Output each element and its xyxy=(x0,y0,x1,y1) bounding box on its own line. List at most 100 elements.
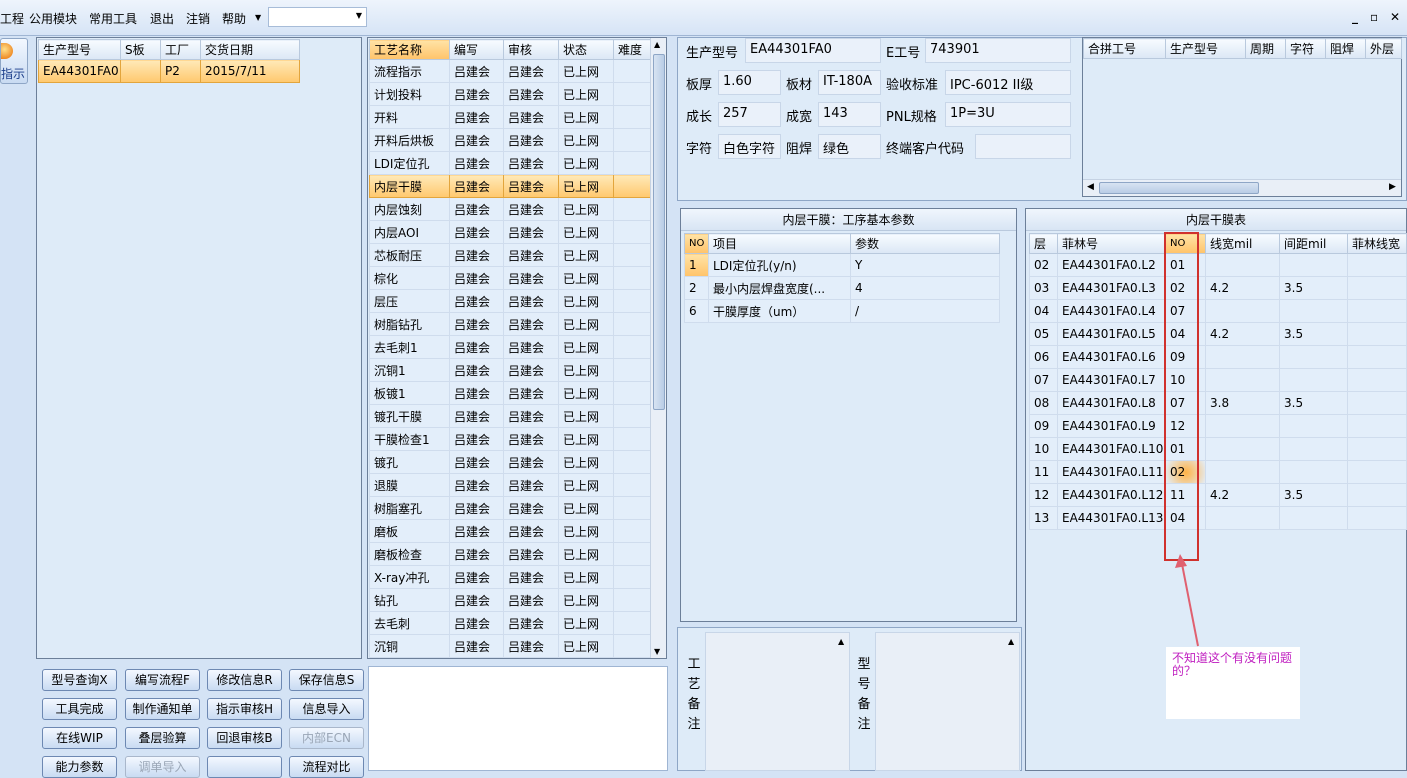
film-row[interactable]: 08 EA44301FA0.L8 07 3.8 3.5 xyxy=(1029,391,1407,415)
film-row[interactable]: 03 EA44301FA0.L3 02 4.2 3.5 xyxy=(1029,276,1407,300)
scroll-left-icon[interactable]: ◀ xyxy=(1087,182,1094,192)
process-row[interactable]: 退膜 吕建会 吕建会 已上网 xyxy=(369,473,651,497)
menu-logout[interactable]: 注销 xyxy=(186,10,210,27)
process-row[interactable]: 层压 吕建会 吕建会 已上网 xyxy=(369,289,651,313)
order-header-factory[interactable]: 工厂 xyxy=(160,39,201,60)
merge-header[interactable]: 字符 xyxy=(1285,38,1326,59)
action-button[interactable] xyxy=(207,756,282,778)
customer-code-field[interactable] xyxy=(975,134,1071,159)
action-button[interactable]: 修改信息R xyxy=(207,669,282,691)
scroll-up-icon[interactable]: ▲ xyxy=(1008,637,1014,646)
menu-common-module[interactable]: 公用模块 xyxy=(29,10,77,27)
param-row[interactable]: 1 LDI定位孔(y/n) Y xyxy=(684,253,1000,277)
scroll-up-icon[interactable]: ▲ xyxy=(838,637,844,646)
menu-help[interactable]: 帮助 xyxy=(222,10,246,27)
action-button[interactable]: 编写流程F xyxy=(125,669,200,691)
menu-project[interactable]: 工程 xyxy=(0,10,24,27)
order-header-date[interactable]: 交货日期 xyxy=(200,39,300,60)
param-row[interactable]: 2 最小内层焊盘宽度(... 4 xyxy=(684,276,1000,300)
model-field[interactable]: EA44301FA0 xyxy=(745,38,881,63)
pnl-field[interactable]: 1P=3U xyxy=(945,102,1071,127)
film-header-line-width[interactable]: 线宽mil xyxy=(1205,233,1280,254)
process-row[interactable]: 镀孔 吕建会 吕建会 已上网 xyxy=(369,450,651,474)
action-button[interactable]: 在线WIP xyxy=(42,727,117,749)
film-header-layer[interactable]: 层 xyxy=(1029,233,1058,254)
scroll-down-icon[interactable]: ▼ xyxy=(654,647,660,656)
process-row[interactable]: 内层蚀刻 吕建会 吕建会 已上网 xyxy=(369,197,651,221)
process-row[interactable]: 镀孔干膜 吕建会 吕建会 已上网 xyxy=(369,404,651,428)
order-row[interactable]: EA44301FA0 P2 2015/7/11 xyxy=(38,59,300,83)
process-row[interactable]: 去毛刺1 吕建会 吕建会 已上网 xyxy=(369,335,651,359)
order-header-s[interactable]: S板 xyxy=(120,39,161,60)
process-row[interactable]: 沉铜 吕建会 吕建会 已上网 xyxy=(369,634,651,658)
film-header-film-width[interactable]: 菲林线宽 xyxy=(1347,233,1407,254)
scroll-thumb[interactable] xyxy=(653,54,665,410)
order-header-model[interactable]: 生产型号 xyxy=(38,39,121,60)
param-header-item[interactable]: 项目 xyxy=(708,233,851,254)
action-button[interactable]: 叠层验算 xyxy=(125,727,200,749)
process-row[interactable]: 流程指示 吕建会 吕建会 已上网 xyxy=(369,59,651,83)
action-button[interactable]: 保存信息S xyxy=(289,669,364,691)
process-row[interactable]: 树脂塞孔 吕建会 吕建会 已上网 xyxy=(369,496,651,520)
thickness-field[interactable]: 1.60 xyxy=(718,70,781,95)
merge-hscrollbar[interactable]: ◀ ▶ xyxy=(1083,179,1401,196)
process-row[interactable]: 去毛刺 吕建会 吕建会 已上网 xyxy=(369,611,651,635)
process-row[interactable]: 内层AOI 吕建会 吕建会 已上网 xyxy=(369,220,651,244)
process-header-status[interactable]: 状态 xyxy=(558,39,614,60)
menu-tools[interactable]: 常用工具 xyxy=(89,10,137,27)
process-row[interactable]: 内层干膜 吕建会 吕建会 已上网 xyxy=(369,174,651,198)
film-row[interactable]: 10 EA44301FA0.L10 01 xyxy=(1029,437,1407,461)
action-button[interactable]: 内部ECN xyxy=(289,727,364,749)
character-field[interactable]: 白色字符 xyxy=(718,134,781,159)
action-button[interactable]: 指示审核H xyxy=(207,698,282,720)
film-header-spacing[interactable]: 间距mil xyxy=(1279,233,1348,254)
menu-combo[interactable]: ▼ xyxy=(268,7,367,27)
process-row[interactable]: 磨板 吕建会 吕建会 已上网 xyxy=(369,519,651,543)
film-row[interactable]: 06 EA44301FA0.L6 09 xyxy=(1029,345,1407,369)
help-dropdown-icon[interactable]: ▼ xyxy=(255,13,261,22)
film-row[interactable]: 02 EA44301FA0.L2 01 xyxy=(1029,253,1407,277)
material-field[interactable]: IT-180A xyxy=(818,70,881,95)
process-row[interactable]: 磨板检查 吕建会 吕建会 已上网 xyxy=(369,542,651,566)
eno-field[interactable]: 743901 xyxy=(925,38,1071,63)
param-header-no[interactable]: NO xyxy=(684,233,709,254)
film-row[interactable]: 07 EA44301FA0.L7 10 xyxy=(1029,368,1407,392)
action-button[interactable]: 制作通知单 xyxy=(125,698,200,720)
action-button[interactable]: 流程对比 xyxy=(289,756,364,778)
merge-header[interactable]: 周期 xyxy=(1245,38,1286,59)
process-scrollbar[interactable]: ▲ ▼ xyxy=(650,38,666,658)
menu-exit[interactable]: 退出 xyxy=(150,10,174,27)
action-button[interactable]: 回退审核B xyxy=(207,727,282,749)
merge-header[interactable]: 生产型号 xyxy=(1165,38,1246,59)
process-row[interactable]: LDI定位孔 吕建会 吕建会 已上网 xyxy=(369,151,651,175)
process-row[interactable]: 开料 吕建会 吕建会 已上网 xyxy=(369,105,651,129)
model-remark-memo[interactable]: ▲ xyxy=(875,632,1020,771)
width-field[interactable]: 143 xyxy=(818,102,881,127)
action-button[interactable]: 工具完成 xyxy=(42,698,117,720)
film-header-film[interactable]: 菲林号 xyxy=(1057,233,1166,254)
scroll-right-icon[interactable]: ▶ xyxy=(1389,182,1396,192)
process-row[interactable]: 钻孔 吕建会 吕建会 已上网 xyxy=(369,588,651,612)
length-field[interactable]: 257 xyxy=(718,102,781,127)
action-button[interactable]: 信息导入 xyxy=(289,698,364,720)
process-row[interactable]: 棕化 吕建会 吕建会 已上网 xyxy=(369,266,651,290)
process-row[interactable]: 板镀1 吕建会 吕建会 已上网 xyxy=(369,381,651,405)
restore-icon[interactable]: ▫ xyxy=(1370,10,1378,24)
process-row[interactable]: 芯板耐压 吕建会 吕建会 已上网 xyxy=(369,243,651,267)
process-header-reviewer[interactable]: 审核 xyxy=(503,39,559,60)
film-row[interactable]: 11 EA44301FA0.L11 02 xyxy=(1029,460,1407,484)
process-row[interactable]: 干膜检查1 吕建会 吕建会 已上网 xyxy=(369,427,651,451)
film-row[interactable]: 04 EA44301FA0.L4 07 xyxy=(1029,299,1407,323)
film-row[interactable]: 13 EA44301FA0.L13 04 xyxy=(1029,506,1407,530)
scroll-thumb[interactable] xyxy=(1099,182,1259,194)
close-icon[interactable]: ✕ xyxy=(1390,10,1400,24)
process-remark-memo[interactable]: ▲ xyxy=(705,632,850,771)
action-button[interactable]: 能力参数 xyxy=(42,756,117,778)
process-row[interactable]: 树脂钻孔 吕建会 吕建会 已上网 xyxy=(369,312,651,336)
action-button[interactable]: 型号查询X xyxy=(42,669,117,691)
merge-header[interactable]: 阻焊 xyxy=(1325,38,1366,59)
param-row[interactable]: 6 干膜厚度（um） / xyxy=(684,299,1000,323)
process-header-writer[interactable]: 编写 xyxy=(449,39,504,60)
film-row[interactable]: 09 EA44301FA0.L9 12 xyxy=(1029,414,1407,438)
merge-header[interactable]: 合拼工号 xyxy=(1083,38,1166,59)
